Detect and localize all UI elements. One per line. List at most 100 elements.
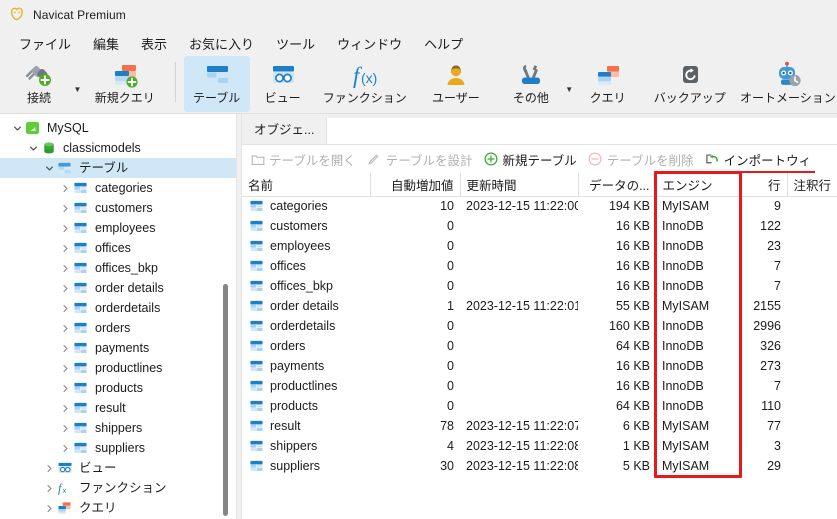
chevron-right-icon[interactable] (58, 204, 72, 213)
toolbar-user[interactable]: ユーザー (414, 56, 498, 112)
tree-node-payments[interactable]: payments (0, 338, 236, 358)
table-row[interactable]: shippers 4 2023-12-15 11:22:08 1 KB MyISAM 3 (242, 436, 837, 456)
tree-node-customers[interactable]: customers (0, 198, 236, 218)
toolbar-connection[interactable]: 接続 (6, 56, 72, 112)
chevron-right-icon[interactable] (58, 184, 72, 193)
chevron-right-icon[interactable] (42, 484, 56, 493)
cell-auto-increment: 1 (447, 299, 454, 313)
cell-update-time (460, 276, 578, 296)
tree-node-products[interactable]: products (0, 378, 236, 398)
tree-node-result[interactable]: result (0, 398, 236, 418)
chevron-right-icon[interactable] (58, 344, 72, 353)
chevron-right-icon[interactable] (58, 404, 72, 413)
menu-help[interactable]: ヘルプ (413, 31, 474, 56)
tree-node-orders[interactable]: orders (0, 318, 236, 338)
tree-node-ファンクション[interactable]: f x ファンクション (0, 478, 236, 498)
toolbar-backup-label: バックアップ (653, 91, 726, 105)
table-row[interactable]: offices_bkp 0 16 KB InnoDB 7 (242, 276, 837, 296)
tree-node-shippers[interactable]: shippers (0, 418, 236, 438)
table-row[interactable]: categories 10 2023-12-15 11:22:00 194 KB MyI… (242, 196, 837, 216)
tree-node-ビュー[interactable]: ビュー (0, 458, 236, 478)
chevron-right-icon[interactable] (58, 304, 72, 313)
toolbar-other[interactable]: その他 (498, 56, 564, 112)
chevron-down-icon[interactable] (42, 164, 56, 173)
menu-edit[interactable]: 編集 (82, 31, 130, 56)
toolbar-other-dropdown[interactable]: ▼ (564, 85, 575, 94)
sidebar-scrollbar-thumb[interactable] (223, 284, 228, 516)
import-wizard-button[interactable]: インポートウィ (705, 150, 816, 173)
table-row[interactable]: orders 0 64 KB InnoDB 326 (242, 336, 837, 356)
chevron-down-icon[interactable] (26, 144, 40, 153)
chevron-right-icon[interactable] (58, 284, 72, 293)
table-row[interactable]: suppliers 30 2023-12-15 11:22:08 5 KB MyISAM… (242, 456, 837, 476)
cell-table-name: orderdetails (242, 316, 370, 336)
toolbar-function[interactable]: f (x) ファンクション (316, 56, 414, 112)
tree-node-label: categories (95, 180, 153, 195)
open-table-button[interactable]: テーブルを開く (250, 150, 356, 169)
chevron-right-icon[interactable] (58, 244, 72, 253)
menu-view[interactable]: 表示 (130, 31, 178, 56)
delete-table-button[interactable]: テーブルを削除 (588, 150, 694, 169)
table-row[interactable]: payments 0 16 KB InnoDB 273 (242, 356, 837, 376)
toolbar-view[interactable]: ビュー (250, 56, 316, 112)
table-row[interactable]: customers 0 16 KB InnoDB 122 (242, 216, 837, 236)
chevron-right-icon[interactable] (58, 424, 72, 433)
column-rows[interactable]: 行 (740, 173, 788, 197)
chevron-right-icon[interactable] (58, 324, 72, 333)
tree-node-orderdetails[interactable]: orderdetails (0, 298, 236, 318)
tree-node-employees[interactable]: employees (0, 218, 236, 238)
open-table-button-label: テーブルを開く (269, 153, 356, 168)
tree-node-offices_bkp[interactable]: offices_bkp (0, 258, 236, 278)
column-data-length[interactable]: データの... (578, 173, 657, 197)
toolbar-query[interactable]: クエリ (575, 56, 641, 112)
toolbar-new-query-label: 新規クエリ (94, 91, 155, 105)
chevron-right-icon[interactable] (58, 364, 72, 373)
tree-node-suppliers[interactable]: suppliers (0, 438, 236, 458)
toolbar-new-query[interactable]: 新規クエリ (83, 56, 167, 112)
cell-table-name: products (242, 396, 370, 416)
table-row[interactable]: products 0 64 KB InnoDB 110 (242, 396, 837, 416)
chevron-right-icon[interactable] (42, 464, 56, 473)
tree-node-mysql[interactable]: MySQL (0, 118, 236, 138)
chevron-down-icon[interactable] (10, 124, 24, 133)
tab-objects[interactable]: オブジェ... (242, 114, 327, 144)
view-icon (264, 60, 302, 90)
toolbar-backup[interactable]: バックアップ (641, 56, 739, 112)
chevron-right-icon[interactable] (58, 264, 72, 273)
menu-window[interactable]: ウィンドウ (326, 31, 413, 56)
menu-file[interactable]: ファイル (8, 31, 82, 56)
import-wizard-button-label: インポートウィ (723, 153, 812, 168)
table-row[interactable]: orderdetails 0 160 KB InnoDB 2996 (242, 316, 837, 336)
cell-data-length: 194 KB (608, 199, 650, 214)
tree-node-classicmodels[interactable]: classicmodels (0, 138, 236, 158)
menu-favorites[interactable]: お気に入り (178, 31, 265, 56)
tree-node-offices[interactable]: offices (0, 238, 236, 258)
table-row[interactable]: employees 0 16 KB InnoDB 23 (242, 236, 837, 256)
chevron-right-icon[interactable] (58, 224, 72, 233)
menu-tools[interactable]: ツール (265, 31, 326, 56)
chevron-right-icon[interactable] (58, 444, 72, 453)
tree-node-productlines[interactable]: productlines (0, 358, 236, 378)
toolbar-table[interactable]: テーブル (183, 56, 250, 112)
chevron-right-icon[interactable] (58, 384, 72, 393)
table-row[interactable]: order details 1 2023-12-15 11:22:01 55 KB My… (242, 296, 837, 316)
design-table-button[interactable]: テーブルを設計 (367, 150, 473, 169)
sidebar-scrollbar-track[interactable] (223, 114, 232, 519)
column-name[interactable]: 名前 (242, 173, 371, 197)
column-update-time[interactable]: 更新時間 (460, 173, 579, 197)
table-row[interactable]: offices 0 16 KB InnoDB 7 (242, 256, 837, 276)
table-row[interactable]: productlines 0 16 KB InnoDB 7 (242, 376, 837, 396)
new-table-button[interactable]: 新規テーブル (484, 150, 577, 169)
table-row[interactable]: result 78 2023-12-15 11:22:07 6 KB MyISAM 77 (242, 416, 837, 436)
tree-node-テーブル[interactable]: テーブル (0, 158, 236, 178)
toolbar-automation[interactable]: オートメーション (739, 56, 837, 112)
tree-node-order-details[interactable]: order details (0, 278, 236, 298)
column-auto-increment[interactable]: 自動増加値 (370, 173, 461, 197)
tree-node-categories[interactable]: categories (0, 178, 236, 198)
column-comment-rows[interactable]: 注釈行 (787, 173, 837, 197)
tree-node-クエリ[interactable]: クエリ (0, 498, 236, 518)
chevron-right-icon[interactable] (42, 504, 56, 513)
column-engine[interactable]: エンジン (656, 173, 741, 197)
cell-data-length: 64 KB (615, 339, 650, 353)
toolbar-connection-dropdown[interactable]: ▼ (72, 85, 83, 94)
